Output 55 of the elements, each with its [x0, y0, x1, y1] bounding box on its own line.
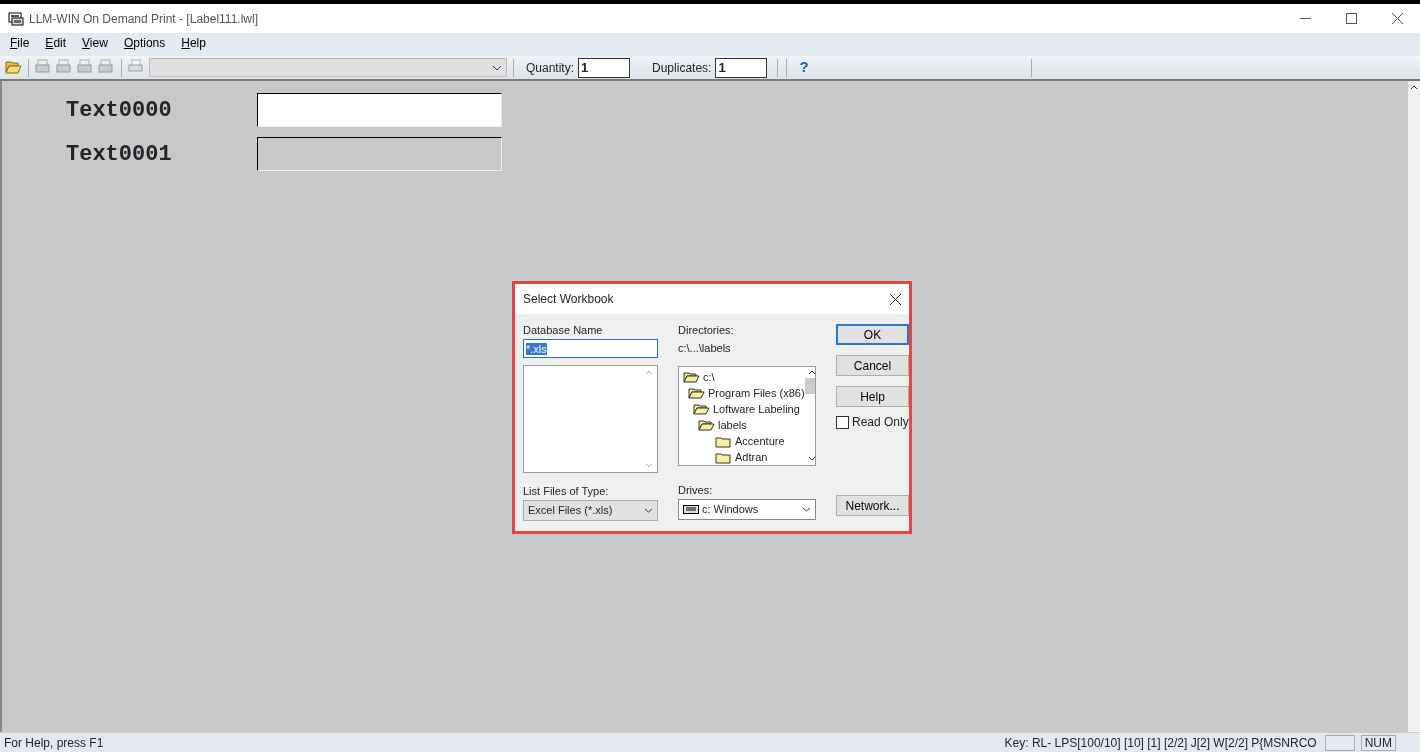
- drive-icon: [683, 505, 699, 514]
- window-title: LLM-WIN On Demand Print - [Label111.lwl]: [29, 10, 258, 28]
- help-button[interactable]: ?: [793, 56, 815, 79]
- directory-item[interactable]: Loftware Labeling: [679, 401, 805, 417]
- network-button[interactable]: Network...: [836, 495, 909, 516]
- directory-item[interactable]: labels: [679, 417, 805, 433]
- print-icon[interactable]: [98, 59, 115, 76]
- drives-label: Drives:: [678, 484, 714, 497]
- directory-item[interactable]: c:\: [679, 369, 805, 385]
- read-only-label: Read Only: [852, 414, 909, 431]
- quantity-field[interactable]: 1: [578, 57, 631, 78]
- read-only-checkbox[interactable]: [836, 415, 849, 429]
- menu-item[interactable]: Edit: [37, 34, 75, 52]
- caret-icon: [492, 64, 502, 71]
- status-help-text: For Help, press F1: [4, 734, 104, 752]
- file-type-dropdown[interactable]: Excel Files (*.xls): [523, 500, 658, 521]
- directory-path: c:\...\labels: [678, 342, 732, 355]
- close-icon[interactable]: [890, 293, 901, 305]
- field-label: Text0000: [66, 96, 173, 125]
- directory-item[interactable]: Accenture: [679, 433, 805, 449]
- file-type-label: List Files of Type:: [523, 485, 610, 498]
- menu-item[interactable]: View: [74, 34, 116, 52]
- caret-icon: [802, 507, 811, 512]
- menu-item[interactable]: File: [2, 34, 38, 52]
- dialog-button[interactable]: Help: [836, 386, 909, 407]
- dialog-button[interactable]: OK: [836, 324, 909, 345]
- app-icon: [8, 11, 24, 26]
- dialog-button[interactable]: Cancel: [836, 355, 909, 376]
- print-icon[interactable]: [56, 59, 73, 76]
- dialog-title: Select Workbook: [523, 291, 614, 308]
- caret-icon: [644, 508, 653, 513]
- field-label: Text0001: [66, 140, 173, 169]
- directory-item[interactable]: Adtran: [679, 449, 805, 465]
- maximize-icon: [1345, 13, 1357, 24]
- duplicates-field[interactable]: 1: [715, 57, 768, 78]
- directory-item[interactable]: Program Files (x86): [679, 385, 805, 401]
- close-icon: [1391, 13, 1403, 24]
- print-icon[interactable]: [77, 59, 94, 76]
- status-indicator-panel: [1324, 734, 1355, 751]
- scrollbar-thumb[interactable]: [804, 378, 815, 394]
- print-icon[interactable]: [35, 59, 52, 76]
- menu-item[interactable]: Help: [173, 34, 214, 52]
- duplicates-label: Duplicates:: [652, 59, 712, 77]
- status-key-text: Key: RL- LPS[100/10] [10] [1] [2/2] J[2] W[2/2] P{MSNRCO: [1004, 734, 1317, 752]
- printer-dropdown[interactable]: [149, 58, 507, 77]
- directories-label: Directories:: [678, 324, 735, 337]
- database-name-field[interactable]: *.xls: [523, 339, 658, 358]
- menu-item[interactable]: Options: [115, 34, 174, 52]
- database-name-label: Database Name: [523, 324, 604, 337]
- quantity-label: Quantity:: [526, 59, 575, 77]
- minimize-icon: [1299, 17, 1311, 20]
- text-field[interactable]: [257, 93, 502, 127]
- num-lock-indicator: NUM: [1360, 734, 1396, 751]
- drive-dropdown[interactable]: c: Windows: [678, 499, 816, 520]
- open-folder-icon[interactable]: [5, 59, 22, 76]
